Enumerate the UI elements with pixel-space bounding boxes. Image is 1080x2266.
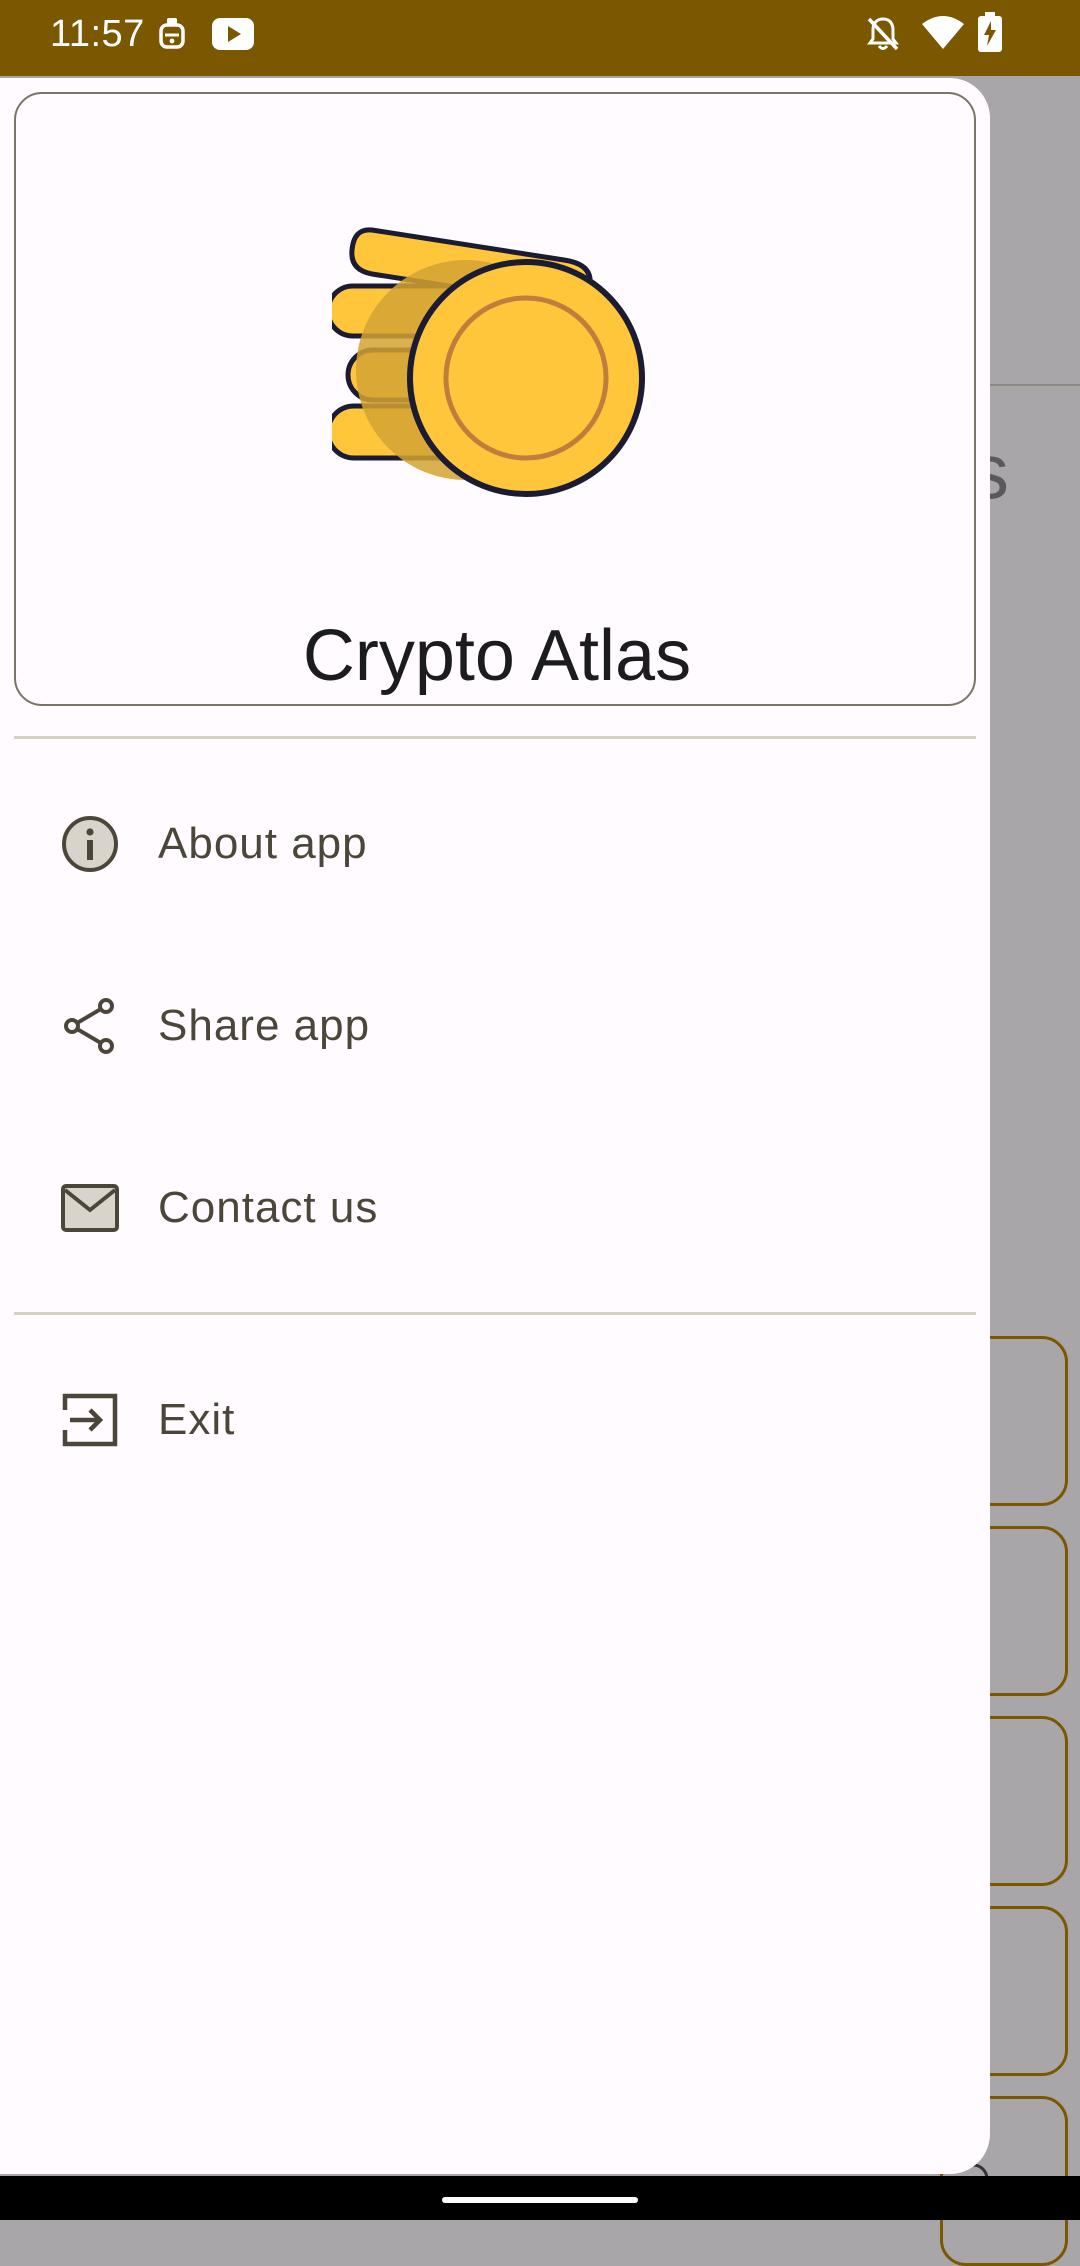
drawer-divider bbox=[14, 736, 976, 739]
robot-face-icon bbox=[156, 16, 188, 57]
mail-icon bbox=[61, 1184, 119, 1232]
notifications-off-icon bbox=[866, 16, 900, 57]
battery-charging-icon bbox=[978, 12, 1002, 57]
menu-item-share-app[interactable]: Share app bbox=[14, 950, 976, 1100]
drawer-divider bbox=[14, 1312, 976, 1315]
coin-hand-logo bbox=[332, 227, 645, 497]
menu-item-label: Share app bbox=[158, 1001, 371, 1050]
menu-item-label: Contact us bbox=[158, 1183, 379, 1232]
youtube-icon bbox=[212, 18, 254, 55]
navigation-drawer: Crypto Atlas About app Share app Contact… bbox=[0, 78, 990, 2174]
menu-item-label: About app bbox=[158, 819, 368, 868]
home-gesture-handle[interactable] bbox=[442, 2197, 638, 2203]
menu-item-about-app[interactable]: About app bbox=[14, 768, 976, 918]
menu-item-exit[interactable]: Exit bbox=[14, 1344, 976, 1494]
share-icon bbox=[64, 998, 114, 1054]
background-divider bbox=[990, 384, 1080, 386]
exit-icon bbox=[62, 1393, 118, 1447]
wifi-icon bbox=[922, 16, 964, 55]
info-icon bbox=[62, 816, 118, 872]
menu-item-contact-us[interactable]: Contact us bbox=[14, 1132, 976, 1282]
drawer-header: Crypto Atlas bbox=[14, 92, 976, 706]
status-time: 11:57 bbox=[50, 13, 145, 55]
navigation-bar bbox=[0, 2176, 1080, 2220]
status-bar: 11:57 bbox=[0, 0, 1080, 76]
menu-item-label: Exit bbox=[158, 1395, 236, 1444]
app-title: Crypto Atlas bbox=[302, 616, 692, 696]
